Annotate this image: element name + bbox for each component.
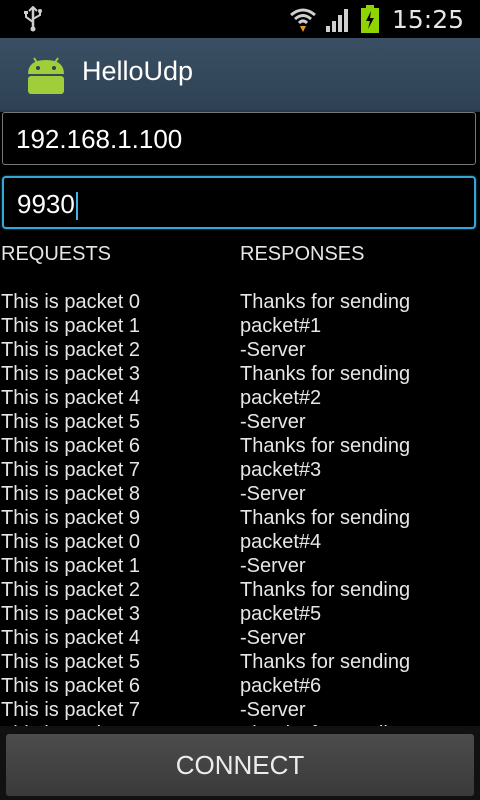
request-line: This is packet 5 [1,411,140,433]
request-line: This is packet 0 [1,291,140,313]
response-line: Thanks for sending [240,579,411,601]
signal-icon [325,9,348,32]
request-line: This is packet 1 [1,315,140,337]
response-line: -Server [240,339,306,361]
response-line: packet#1 [240,315,322,337]
responses-column: RESPONSES Thanks for sending packet#1 -Ser… [240,242,410,766]
request-line: This is packet 2 [1,579,140,601]
response-line: Thanks for sending [240,651,411,673]
request-line: This is packet 0 [1,531,140,553]
usb-icon [24,6,42,32]
request-line: This is packet 9 [1,507,140,529]
request-line: This is packet 4 [1,627,140,649]
request-line: This is packet 2 [1,339,140,361]
response-line: Thanks for sending [240,507,411,529]
response-line: Thanks for sending [240,435,411,457]
port-field[interactable]: 9930 [2,176,476,229]
response-line: -Server [240,411,306,433]
request-line: This is packet 5 [1,651,140,673]
responses-header: RESPONSES [240,243,365,265]
response-line: packet#5 [240,603,322,625]
request-line: This is packet 8 [1,483,140,505]
response-line: -Server [240,699,306,721]
response-line: Thanks for sending [240,363,411,385]
ip-address-field[interactable]: 192.168.1.100 [2,112,476,165]
app-title: HelloUdp [82,56,194,86]
response-line: -Server [240,483,306,505]
requests-column: REQUESTS This is packet 0 This is packet … [1,242,140,766]
response-line: Thanks for sending [240,291,411,313]
request-line: This is packet 6 [1,435,140,457]
response-line: packet#3 [240,459,322,481]
request-line: This is packet 7 [1,699,140,721]
request-line: This is packet 7 [1,459,140,481]
android-logo-icon [28,57,64,94]
requests-list[interactable]: This is packet 0 This is packet 1 This is … [1,290,140,766]
requests-header: REQUESTS [1,243,112,265]
clock: 15:25 [391,4,464,34]
response-line: -Server [240,555,306,577]
request-line: This is packet 1 [1,555,140,577]
response-line: packet#6 [240,675,322,697]
response-line: -Server [240,627,306,649]
response-line: packet#2 [240,387,322,409]
connect-button[interactable]: CONNECT [6,734,474,796]
request-line: This is packet 4 [1,387,140,409]
port-value: 9930 [17,189,75,219]
status-bar: 15:25 [0,0,480,38]
request-line: This is packet 3 [1,603,140,625]
battery-charging-icon [360,5,379,33]
request-line: This is packet 6 [1,675,140,697]
response-line: packet#4 [240,531,322,553]
ip-address-value: 192.168.1.100 [16,124,183,154]
wifi-icon [289,8,316,32]
text-cursor [75,192,78,221]
responses-list[interactable]: Thanks for sending packet#1 -Server Thanks … [240,290,410,766]
action-bar: HelloUdp [0,38,480,112]
request-line: This is packet 3 [1,363,140,385]
